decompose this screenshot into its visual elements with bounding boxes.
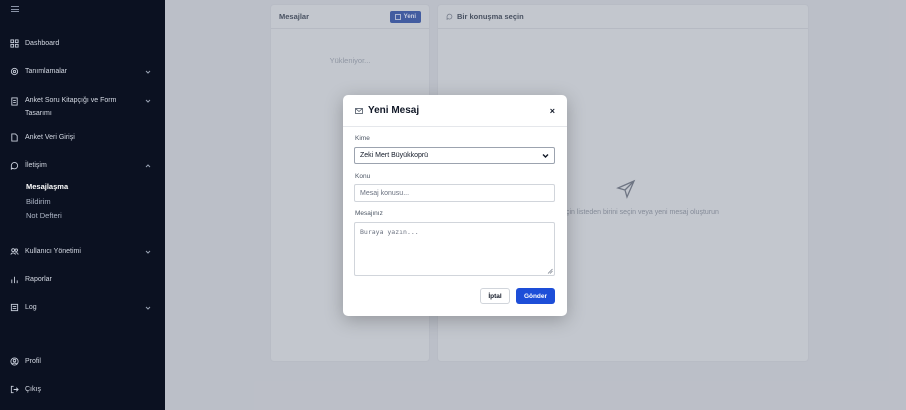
new-message-modal: Yeni Mesaj × Kime Zeki Mert Büyükkoprü K… xyxy=(343,95,567,316)
chevron-down-icon xyxy=(542,154,549,158)
file-icon xyxy=(10,133,19,142)
mail-icon xyxy=(355,107,363,114)
sidebar-subitem-mesajlasma[interactable]: Mesajlaşma xyxy=(26,182,68,191)
sidebar-item-iletisim[interactable]: İletişim xyxy=(10,161,151,170)
cancel-button[interactable]: İptal xyxy=(480,288,510,304)
menu-icon[interactable] xyxy=(11,6,19,12)
sidebar-item-label: Anket Soru Kitapçığı ve Form Tasarımı xyxy=(25,94,116,120)
users-icon xyxy=(10,247,19,256)
subject-placeholder: Mesaj konusu... xyxy=(360,189,410,197)
sidebar-item-label: Tanımlamalar xyxy=(25,68,68,75)
sidebar-item-label: İletişim xyxy=(25,162,47,169)
sidebar-item-raporlar[interactable]: Raporlar xyxy=(10,275,151,284)
sidebar-subitem-bildirim[interactable]: Bildirim xyxy=(26,197,51,206)
modal-header: Yeni Mesaj × xyxy=(343,95,567,127)
sidebar-item-label-line1: Anket Soru Kitapçığı ve Form xyxy=(25,97,117,104)
subject-input[interactable]: Mesaj konusu... xyxy=(354,184,555,202)
sidebar-item-kullanici[interactable]: Kullanıcı Yönetimi xyxy=(10,247,151,256)
logout-icon xyxy=(10,385,19,394)
sidebar-item-anket-tasarim[interactable]: Anket Soru Kitapçığı ve Form Tasarımı xyxy=(10,94,151,120)
sidebar-item-label: Raporlar xyxy=(25,276,52,283)
sidebar-item-label: Profil xyxy=(25,358,41,365)
message-label: Mesajınız xyxy=(355,210,383,217)
sidebar-item-tanimlamalar[interactable]: Tanımlamalar xyxy=(10,67,151,76)
close-icon[interactable]: × xyxy=(550,106,555,116)
sidebar-item-log[interactable]: Log xyxy=(10,303,151,312)
user-icon xyxy=(10,357,19,366)
gear-icon xyxy=(10,67,19,76)
sidebar-item-label: Log xyxy=(25,304,37,311)
sidebar-subitem-not-defteri[interactable]: Not Defteri xyxy=(26,211,62,220)
sidebar-item-label: Dashboard xyxy=(25,40,60,47)
modal-title: Yeni Mesaj xyxy=(368,105,420,116)
subject-label: Konu xyxy=(355,173,371,180)
sidebar-item-label: Anket Veri Girişi xyxy=(25,134,75,141)
resize-handle-icon[interactable] xyxy=(547,268,553,274)
sidebar-item-label-line2: Tasarımı xyxy=(25,110,52,117)
sidebar-item-cikis[interactable]: Çıkış xyxy=(10,385,151,394)
send-button[interactable]: Gönder xyxy=(516,288,555,304)
grid-icon xyxy=(10,39,19,48)
to-label: Kime xyxy=(355,135,370,142)
message-textarea[interactable]: Buraya yazın... xyxy=(354,222,555,276)
list-icon xyxy=(10,303,19,312)
sidebar: Dashboard Tanımlamalar Anket Soru Kitapç… xyxy=(0,0,165,410)
sidebar-item-label: Çıkış xyxy=(25,386,41,393)
sidebar-item-profil[interactable]: Profil xyxy=(10,357,151,366)
chevron-down-icon xyxy=(145,98,151,104)
sidebar-item-anket-veri[interactable]: Anket Veri Girişi xyxy=(10,133,151,142)
sidebar-item-dashboard[interactable]: Dashboard xyxy=(10,39,151,48)
document-icon xyxy=(10,97,19,106)
message-placeholder: Buraya yazın... xyxy=(360,228,419,236)
recipient-value: Zeki Mert Büyükkoprü xyxy=(360,152,429,159)
chat-icon xyxy=(10,161,19,170)
chevron-down-icon xyxy=(145,305,151,311)
bar-chart-icon xyxy=(10,275,19,284)
sidebar-item-label: Kullanıcı Yönetimi xyxy=(25,248,81,255)
recipient-select[interactable]: Zeki Mert Büyükkoprü xyxy=(354,147,555,164)
chevron-up-icon xyxy=(145,163,151,169)
chevron-down-icon xyxy=(145,69,151,75)
chevron-down-icon xyxy=(145,249,151,255)
